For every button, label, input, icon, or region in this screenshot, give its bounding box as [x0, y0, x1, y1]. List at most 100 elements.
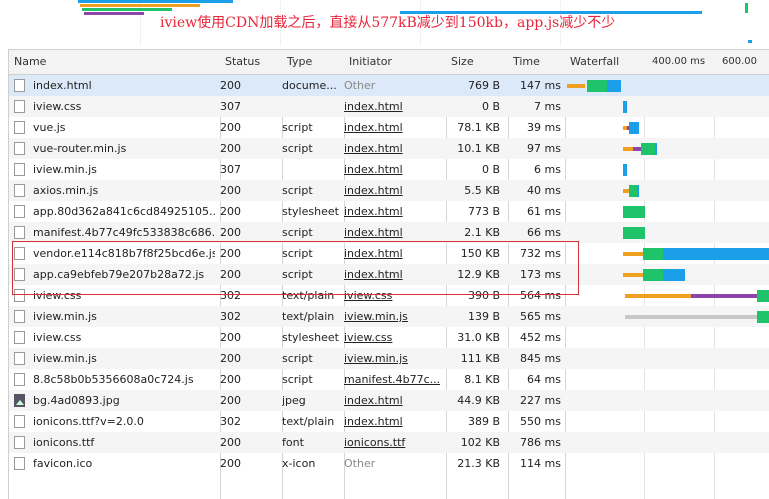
table-row[interactable]: vue.js 200 script index.html 78.1 KB 39 ms [9, 117, 769, 138]
waterfall-bar-script [691, 294, 757, 298]
waterfall-bar-download [623, 164, 627, 176]
request-time: 40 ms [527, 184, 561, 197]
table-row[interactable]: axios.min.js 200 script index.html 5.5 KB 40 … [9, 180, 769, 201]
request-initiator[interactable]: index.html [344, 201, 440, 222]
waterfall-cell[interactable] [565, 390, 769, 411]
waterfall-bar-ttfb [623, 206, 645, 218]
table-row[interactable]: iview.css 302 text/plain iview.css 390 B 564 … [9, 285, 769, 306]
waterfall-bar-script [633, 147, 641, 151]
waterfall-cell[interactable] [565, 222, 769, 243]
table-header: Name Status Type Initiator Size Time Wat… [9, 50, 769, 91]
waterfall-bar-ttfb [757, 290, 769, 302]
waterfall-cell[interactable] [565, 348, 769, 369]
request-name: ionicons.ttf?v=2.0.0 [33, 415, 144, 428]
request-initiator[interactable]: manifest.4b77c... [344, 369, 440, 390]
request-name: iview.css [33, 100, 82, 113]
request-type: script [282, 247, 313, 260]
waterfall-cell[interactable] [565, 327, 769, 348]
request-initiator[interactable]: index.html [344, 222, 440, 243]
table-row[interactable]: iview.min.js 200 script iview.min.js 111 KB 8… [9, 348, 769, 369]
request-type: text/plain [282, 289, 335, 302]
column-header-initiator[interactable]: Initiator [344, 50, 446, 74]
table-row[interactable]: ionicons.ttf 200 font ionicons.ttf 102 KB 786… [9, 432, 769, 453]
request-name: favicon.ico [33, 457, 93, 470]
waterfall-cell[interactable] [565, 306, 769, 327]
waterfall-cell[interactable] [565, 159, 769, 180]
request-initiator[interactable]: index.html [344, 180, 440, 201]
column-header-name[interactable]: Name [9, 50, 220, 74]
request-initiator[interactable]: iview.css [344, 327, 440, 348]
table-row[interactable]: 8.8c58b0b5356608a0c724.js 200 script manife… [9, 369, 769, 390]
waterfall-cell[interactable] [565, 180, 769, 201]
request-initiator[interactable]: index.html [344, 159, 440, 180]
table-row[interactable]: iview.min.js 307 index.html 0 B 6 ms [9, 159, 769, 180]
waterfall-cell[interactable] [565, 264, 769, 285]
request-status: 200 [220, 226, 241, 239]
request-initiator[interactable]: ionicons.ttf [344, 432, 440, 453]
request-type: script [282, 142, 313, 155]
waterfall-cell[interactable] [565, 453, 769, 474]
waterfall-tick-label: 600.00 ms [722, 56, 757, 91]
waterfall-cell[interactable] [565, 117, 769, 138]
request-type: stylesheet [282, 331, 339, 344]
request-type: script [282, 184, 313, 197]
request-status: 200 [220, 352, 241, 365]
table-row[interactable]: app.80d362a841c6cd84925105... 200 styleshe… [9, 201, 769, 222]
request-initiator[interactable]: index.html [344, 411, 440, 432]
request-time: 114 ms [520, 457, 561, 470]
waterfall-cell[interactable] [565, 369, 769, 390]
waterfall-cell[interactable] [565, 432, 769, 453]
request-initiator[interactable]: index.html [344, 96, 440, 117]
waterfall-cell[interactable] [565, 96, 769, 117]
table-row[interactable]: iview.min.js 302 text/plain iview.min.js 139… [9, 306, 769, 327]
waterfall-bar-download [655, 143, 657, 155]
waterfall-bar-queue [623, 273, 643, 277]
waterfall-cell[interactable] [565, 285, 769, 306]
table-row[interactable]: iview.css 307 index.html 0 B 7 ms [9, 96, 769, 117]
request-initiator[interactable]: iview.min.js [344, 348, 440, 369]
column-header-time[interactable]: Time [508, 50, 565, 74]
request-initiator[interactable]: index.html [344, 117, 440, 138]
request-initiator[interactable]: iview.css [344, 285, 440, 306]
request-name: ionicons.ttf [33, 436, 95, 449]
table-row[interactable]: ionicons.ttf?v=2.0.0 302 text/plain index.h… [9, 411, 769, 432]
waterfall-bar-ttfb [643, 269, 663, 281]
waterfall-cell[interactable] [565, 75, 769, 96]
waterfall-cell[interactable] [565, 201, 769, 222]
table-row[interactable]: index.html 200 docume... Other 769 B 147 ms [9, 75, 769, 96]
table-row[interactable]: vue-router.min.js 200 script index.html 10.1… [9, 138, 769, 159]
request-initiator[interactable]: index.html [344, 264, 440, 285]
waterfall-cell[interactable] [565, 411, 769, 432]
request-size: 102 KB [460, 436, 500, 449]
table-row[interactable]: manifest.4b77c49fc533838c686... 200 script… [9, 222, 769, 243]
request-type [282, 96, 340, 117]
request-initiator[interactable]: iview.min.js [344, 306, 440, 327]
request-size: 773 B [467, 205, 500, 218]
request-initiator[interactable]: index.html [344, 243, 440, 264]
table-row[interactable]: bg.4ad0893.jpg 200 jpeg index.html 44.9 KB 22… [9, 390, 769, 411]
waterfall-bar-ttfb [623, 227, 645, 239]
table-row[interactable]: app.ca9ebfeb79e207b28a72.js 200 script inde… [9, 264, 769, 285]
table-row[interactable]: vendor.e114c818b7f8f25bcd6e.js 200 script i… [9, 243, 769, 264]
request-type: script [282, 373, 313, 386]
waterfall-cell[interactable] [565, 243, 769, 264]
waterfall-bar-queue [623, 147, 633, 151]
request-name: iview.min.js [33, 352, 97, 365]
request-initiator[interactable]: index.html [344, 390, 440, 411]
column-header-type[interactable]: Type [282, 50, 344, 74]
column-header-status[interactable]: Status [220, 50, 282, 74]
request-initiator[interactable]: index.html [344, 138, 440, 159]
request-time: 66 ms [527, 226, 561, 239]
table-row[interactable]: iview.css 200 stylesheet iview.css 31.0 KB 45… [9, 327, 769, 348]
overview-bar [748, 40, 752, 43]
column-header-waterfall[interactable]: Waterfall [565, 50, 635, 74]
overview-bar [84, 12, 144, 15]
waterfall-cell[interactable] [565, 138, 769, 159]
table-row[interactable]: favicon.ico 200 x-icon Other 21.3 KB 114 ms [9, 453, 769, 474]
request-name: app.ca9ebfeb79e207b28a72.js [33, 268, 205, 281]
column-header-size[interactable]: Size [446, 50, 508, 74]
request-type [282, 159, 340, 180]
request-status: 200 [220, 121, 241, 134]
overview-timeline[interactable]: iview使用CDN加载之后，直接从577kB减少到150kb，app.js减少… [0, 0, 769, 46]
request-size: 44.9 KB [457, 394, 500, 407]
